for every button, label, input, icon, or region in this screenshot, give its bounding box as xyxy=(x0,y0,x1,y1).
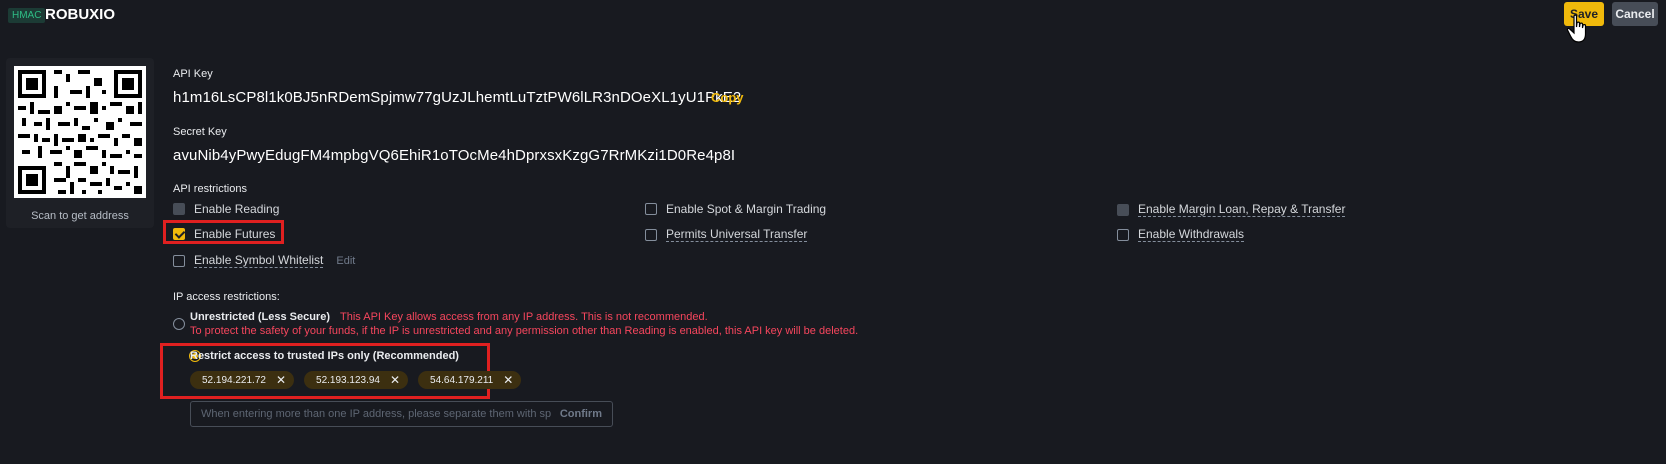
ip-input-container: Confirm xyxy=(190,401,613,427)
unrestricted-label[interactable]: Unrestricted (Less Secure) xyxy=(190,311,330,323)
permits-universal-transfer-label: Permits Universal Transfer xyxy=(666,227,808,242)
secret-key-label: Secret Key xyxy=(173,126,227,138)
ip-restrictions-title: IP access restrictions: xyxy=(173,291,280,303)
qr-panel: Scan to get address xyxy=(6,58,154,228)
permits-universal-transfer-checkbox[interactable]: Permits Universal Transfer xyxy=(645,227,808,242)
checkbox-icon[interactable] xyxy=(645,228,657,241)
api-key-value[interactable]: h1m16LsCP8l1k0BJ5nRDemSpjmw77gUzJLhemtLu… xyxy=(173,89,741,106)
enable-symbol-whitelist-checkbox[interactable]: Enable Symbol Whitelist Edit xyxy=(173,253,355,268)
cancel-button[interactable]: Cancel xyxy=(1612,2,1658,26)
enable-spot-label: Enable Spot & Margin Trading xyxy=(666,202,827,216)
api-key-label: API Key xyxy=(173,68,213,80)
enable-margin-loan-label: Enable Margin Loan, Repay & Transfer xyxy=(1138,202,1346,217)
checkbox-icon[interactable] xyxy=(645,203,657,215)
api-key-name: ROBUXIO xyxy=(45,6,116,23)
copy-api-key-button[interactable]: Copy xyxy=(711,90,744,105)
checkbox-icon[interactable] xyxy=(173,254,185,267)
confirm-ip-button[interactable]: Confirm xyxy=(560,408,602,420)
ip-chip: 52.194.221.72 ✕ xyxy=(190,371,295,389)
qr-code xyxy=(14,66,146,198)
ip-address: 52.194.221.72 xyxy=(202,374,266,386)
enable-spot-checkbox[interactable]: Enable Spot & Margin Trading xyxy=(645,202,826,216)
ip-address: 52.193.123.94 xyxy=(316,374,380,386)
close-icon[interactable]: ✕ xyxy=(390,373,400,387)
ip-address-input[interactable] xyxy=(201,408,551,420)
checkbox-checked-icon[interactable] xyxy=(173,228,185,240)
enable-symbol-whitelist-label: Enable Symbol Whitelist xyxy=(194,253,324,268)
restricted-label[interactable]: Restrict access to trusted IPs only (Rec… xyxy=(190,350,459,362)
edit-whitelist-link[interactable]: Edit xyxy=(336,255,355,267)
enable-withdrawals-checkbox[interactable]: Enable Withdrawals xyxy=(1117,227,1245,242)
checkbox-icon xyxy=(173,203,185,215)
enable-withdrawals-label: Enable Withdrawals xyxy=(1138,227,1245,242)
unrestricted-radio[interactable] xyxy=(173,318,185,330)
api-restrictions-title: API restrictions xyxy=(173,183,247,195)
close-icon[interactable]: ✕ xyxy=(503,373,513,387)
checkbox-icon xyxy=(1117,203,1129,216)
ip-address: 54.64.179.211 xyxy=(430,374,494,386)
enable-reading-checkbox: Enable Reading xyxy=(173,202,279,216)
ip-chip-list: 52.194.221.72 ✕ 52.193.123.94 ✕ 54.64.17… xyxy=(190,371,522,389)
enable-futures-checkbox[interactable]: Enable Futures xyxy=(173,227,275,241)
hmac-badge: HMAC xyxy=(8,8,46,23)
unrestricted-deletion-warning: To protect the safety of your funds, if … xyxy=(190,325,859,337)
ip-chip: 54.64.179.211 ✕ xyxy=(418,371,522,389)
ip-chip: 52.193.123.94 ✕ xyxy=(304,371,409,389)
checkbox-icon[interactable] xyxy=(1117,228,1129,241)
close-icon[interactable]: ✕ xyxy=(276,373,286,387)
unrestricted-warning: This API Key allows access from any IP a… xyxy=(340,311,708,323)
qr-caption: Scan to get address xyxy=(31,210,129,222)
enable-margin-loan-checkbox: Enable Margin Loan, Repay & Transfer xyxy=(1117,202,1346,217)
secret-key-value[interactable]: avuNib4yPwyEdugFM4mpbgVQ6EhiR1oTOcMe4hDp… xyxy=(173,147,735,164)
enable-futures-label: Enable Futures xyxy=(194,227,276,241)
hand-pointer-icon xyxy=(1566,14,1587,43)
enable-reading-label: Enable Reading xyxy=(194,202,280,216)
